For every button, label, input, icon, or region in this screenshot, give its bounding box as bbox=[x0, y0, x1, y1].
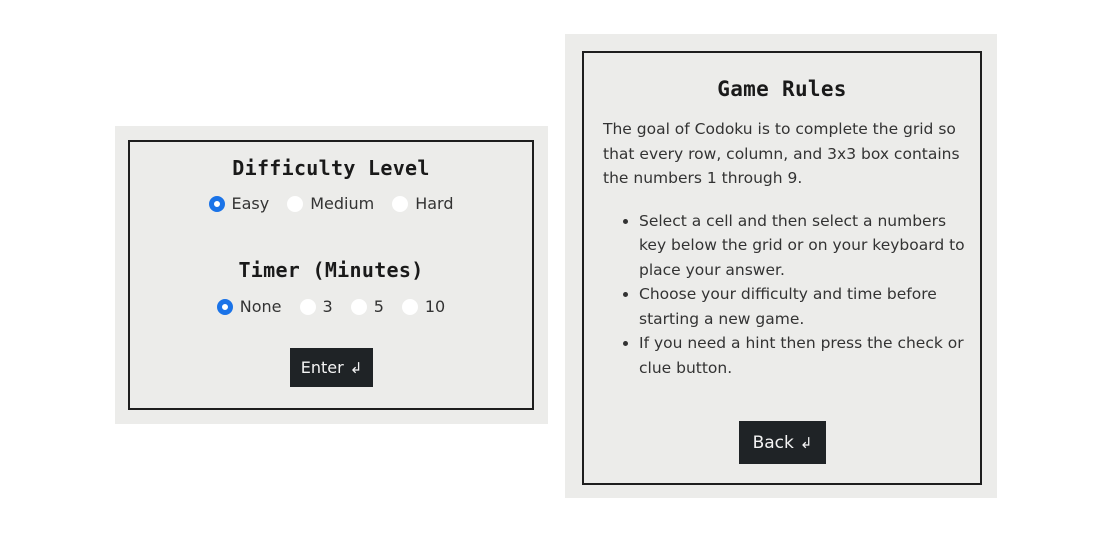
timer-none-label: None bbox=[239, 297, 282, 316]
enter-icon: ↲ bbox=[349, 358, 363, 377]
radio-unchecked-icon[interactable] bbox=[287, 195, 304, 212]
page: Difficulty Level Easy Medium Hard Timer … bbox=[0, 0, 1116, 536]
radio-unchecked-icon[interactable] bbox=[401, 298, 418, 315]
timer-5-radio[interactable]: 5 bbox=[350, 297, 384, 316]
radio-unchecked-icon[interactable] bbox=[392, 195, 409, 212]
enter-button-label: Enter bbox=[300, 358, 344, 377]
settings-card: Difficulty Level Easy Medium Hard Timer … bbox=[115, 126, 548, 424]
rules-content: The goal of Codoku is to complete the gr… bbox=[603, 117, 966, 380]
timer-10-radio[interactable]: 10 bbox=[401, 297, 446, 316]
timer-none-radio[interactable]: None bbox=[216, 297, 282, 316]
difficulty-hard-label: Hard bbox=[415, 194, 454, 213]
difficulty-medium-radio[interactable]: Medium bbox=[287, 194, 374, 213]
radio-checked-icon[interactable] bbox=[208, 195, 225, 212]
back-icon: ↲ bbox=[799, 433, 813, 452]
rules-list-item: If you need a hint then press the check … bbox=[639, 331, 966, 380]
timer-options: None 3 5 10 bbox=[130, 297, 532, 316]
difficulty-easy-radio[interactable]: Easy bbox=[208, 194, 270, 213]
difficulty-hard-radio[interactable]: Hard bbox=[392, 194, 454, 213]
rules-card-border: Game Rules The goal of Codoku is to comp… bbox=[582, 51, 982, 485]
enter-button[interactable]: Enter ↲ bbox=[290, 348, 373, 387]
rules-intro: The goal of Codoku is to complete the gr… bbox=[603, 120, 960, 187]
difficulty-easy-label: Easy bbox=[231, 194, 270, 213]
timer-3-radio[interactable]: 3 bbox=[299, 297, 333, 316]
rules-list-item: Select a cell and then select a numbers … bbox=[639, 209, 966, 283]
radio-checked-icon[interactable] bbox=[216, 298, 233, 315]
radio-unchecked-icon[interactable] bbox=[299, 298, 316, 315]
back-button-label: Back bbox=[752, 432, 794, 453]
difficulty-options: Easy Medium Hard bbox=[130, 194, 532, 213]
rules-card: Game Rules The goal of Codoku is to comp… bbox=[565, 34, 997, 498]
timer-3-label: 3 bbox=[322, 297, 333, 316]
difficulty-medium-label: Medium bbox=[310, 194, 375, 213]
settings-card-border: Difficulty Level Easy Medium Hard Timer … bbox=[128, 140, 534, 410]
radio-unchecked-icon[interactable] bbox=[350, 298, 367, 315]
rules-list-item: Choose your difficulty and time before s… bbox=[639, 282, 966, 331]
rules-list: Select a cell and then select a numbers … bbox=[603, 209, 966, 381]
rules-title: Game Rules bbox=[717, 77, 847, 101]
difficulty-title: Difficulty Level bbox=[232, 156, 430, 180]
timer-10-label: 10 bbox=[424, 297, 446, 316]
back-button[interactable]: Back ↲ bbox=[739, 421, 826, 464]
timer-title: Timer (Minutes) bbox=[238, 258, 424, 282]
timer-5-label: 5 bbox=[373, 297, 384, 316]
